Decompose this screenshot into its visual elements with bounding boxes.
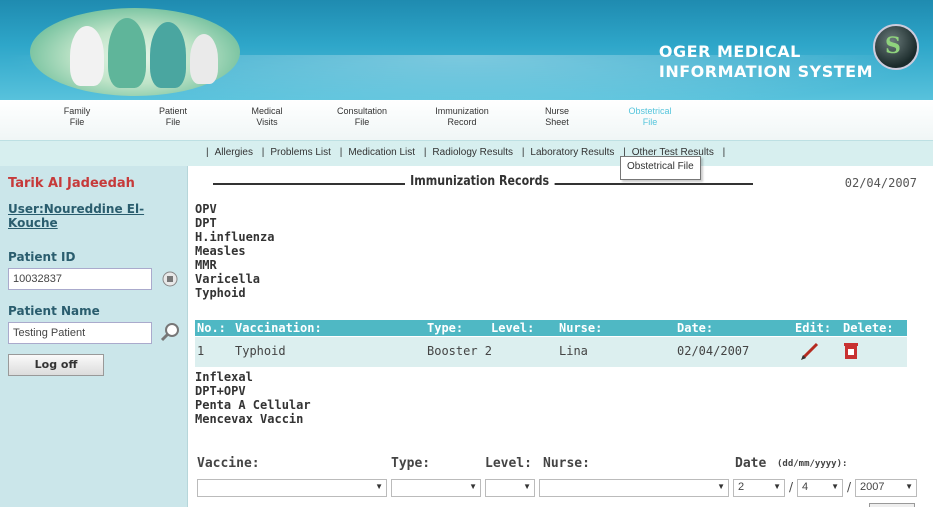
- main-tabs: Family File Patient File Medical Visits Con…: [0, 100, 933, 140]
- tab-immunization-record[interactable]: Immunization Record: [426, 106, 498, 128]
- medical-staff-photo: [30, 8, 240, 96]
- col-vaccination: Vaccination:: [235, 321, 322, 335]
- staff-figure: [190, 34, 218, 84]
- date-format-hint: (dd/mm/yyyy):: [777, 459, 848, 469]
- col-nurse: Nurse:: [559, 321, 603, 335]
- date-separator: /: [789, 480, 794, 494]
- vaccine-item[interactable]: Inflexal: [195, 370, 311, 384]
- table-header: No.: Vaccination: Type: Level: Nurse: Da…: [195, 320, 907, 336]
- year-select[interactable]: 2007 ▼: [855, 479, 917, 497]
- vaccine-item[interactable]: OPV: [195, 202, 274, 216]
- link-radiology-results[interactable]: Radiology Results: [432, 147, 513, 158]
- col-type: Type:: [427, 321, 464, 335]
- tab-medical-visits[interactable]: Medical Visits: [242, 106, 292, 128]
- vaccine-item[interactable]: DPT: [195, 216, 274, 230]
- current-date: 02/04/2007: [844, 176, 917, 190]
- patient-id-label: Patient ID: [8, 250, 76, 264]
- surgeon-figure: [108, 18, 146, 88]
- link-laboratory-results[interactable]: Laboratory Results: [530, 147, 614, 158]
- patient-id-input[interactable]: [8, 268, 152, 290]
- level-select[interactable]: ▼: [485, 479, 535, 497]
- cell-date: 02/04/2007: [677, 344, 750, 358]
- logoff-button[interactable]: Log off: [8, 354, 104, 376]
- link-medication-list[interactable]: Medication List: [348, 147, 415, 158]
- user-link[interactable]: User:Noureddine El-Kouche: [8, 202, 178, 230]
- tab-nurse-sheet[interactable]: Nurse Sheet: [532, 106, 582, 128]
- entry-form-labels: Vaccine: Type: Level: Nurse: Date (dd/mm…: [195, 456, 915, 474]
- link-problems-list[interactable]: Problems List: [270, 147, 331, 158]
- vaccine-item[interactable]: Penta A Cellular: [195, 398, 311, 412]
- vaccine-select[interactable]: ▼: [197, 479, 387, 497]
- vaccine-item[interactable]: MMR: [195, 258, 274, 272]
- tab-family-file[interactable]: Family File: [52, 106, 102, 128]
- nurse-select[interactable]: ▼: [539, 479, 729, 497]
- tab-consultation-file[interactable]: Consultation File: [326, 106, 398, 128]
- delete-trash-icon[interactable]: [841, 341, 861, 364]
- vaccine-item[interactable]: Mencevax Vaccin: [195, 412, 311, 426]
- patient-header-name: Tarik Al Jadeedah: [8, 176, 135, 191]
- patient-sidebar: Tarik Al Jadeedah User:Noureddine El-Kou…: [0, 166, 188, 507]
- page-title: Immunization Records: [405, 174, 555, 189]
- vaccine-item[interactable]: H.influenza: [195, 230, 274, 244]
- logo-line-2: INFORMATION SYSTEM: [658, 62, 873, 81]
- level-label: Level:: [485, 456, 532, 471]
- vaccine-list-top: OPV DPT H.influenza Measles MMR Varicell…: [195, 202, 274, 300]
- patient-name-input[interactable]: [8, 322, 152, 344]
- nurse-figure: [150, 22, 186, 88]
- type-label: Type:: [391, 456, 431, 471]
- vaccine-item[interactable]: DPT+OPV: [195, 384, 311, 398]
- col-level: Level:: [491, 321, 535, 335]
- cell-no: 1: [197, 344, 205, 358]
- lookup-icon[interactable]: [162, 271, 178, 287]
- immunization-panel: Immunization Records 02/04/2007 OPV DPT …: [195, 166, 925, 507]
- vaccine-item[interactable]: Measles: [195, 244, 274, 258]
- col-edit: Edit:: [795, 321, 832, 335]
- col-date: Date:: [677, 321, 714, 335]
- date-label: Date: [735, 456, 767, 471]
- type-select[interactable]: ▼: [391, 479, 481, 497]
- cell-vaccination: Typhoid: [235, 344, 286, 358]
- col-delete: Delete:: [843, 321, 894, 335]
- date-separator: /: [847, 480, 852, 494]
- cell-type: Booster 2: [427, 344, 493, 358]
- oger-logo-icon: S: [873, 24, 919, 70]
- month-select[interactable]: 4 ▼: [797, 479, 843, 497]
- vaccine-label: Vaccine:: [197, 456, 260, 471]
- logo-line-1: OGER MEDICAL: [658, 42, 801, 61]
- day-select[interactable]: 2 ▼: [733, 479, 785, 497]
- edit-pencil-icon[interactable]: [799, 341, 821, 364]
- table-row: 1 Typhoid Booster 2 Lina 02/04/2007: [195, 337, 907, 367]
- link-allergies[interactable]: Allergies: [215, 147, 253, 158]
- search-icon[interactable]: [160, 322, 180, 342]
- cell-nurse: Lina: [559, 344, 588, 358]
- vaccine-list-bottom: Inflexal DPT+OPV Penta A Cellular Mencev…: [195, 370, 311, 426]
- patient-name-label: Patient Name: [8, 304, 100, 318]
- sub-navigation: | Allergies | Problems List | Medication Li…: [0, 140, 933, 166]
- add-button[interactable]: [869, 503, 915, 507]
- oger-logo-text: OGER MEDICAL INFORMATION SYSTEM: [659, 42, 873, 82]
- col-no: No.:: [197, 321, 226, 335]
- tab-obstetrical-file[interactable]: Obstetrical File: [620, 106, 680, 128]
- tab-patient-file[interactable]: Patient File: [148, 106, 198, 128]
- vaccine-item[interactable]: Varicella: [195, 272, 274, 286]
- nurse-label: Nurse:: [543, 456, 590, 471]
- doctor-figure: [70, 26, 104, 86]
- header-banner: S OGER MEDICAL INFORMATION SYSTEM: [0, 0, 933, 100]
- vaccine-item[interactable]: Typhoid: [195, 286, 274, 300]
